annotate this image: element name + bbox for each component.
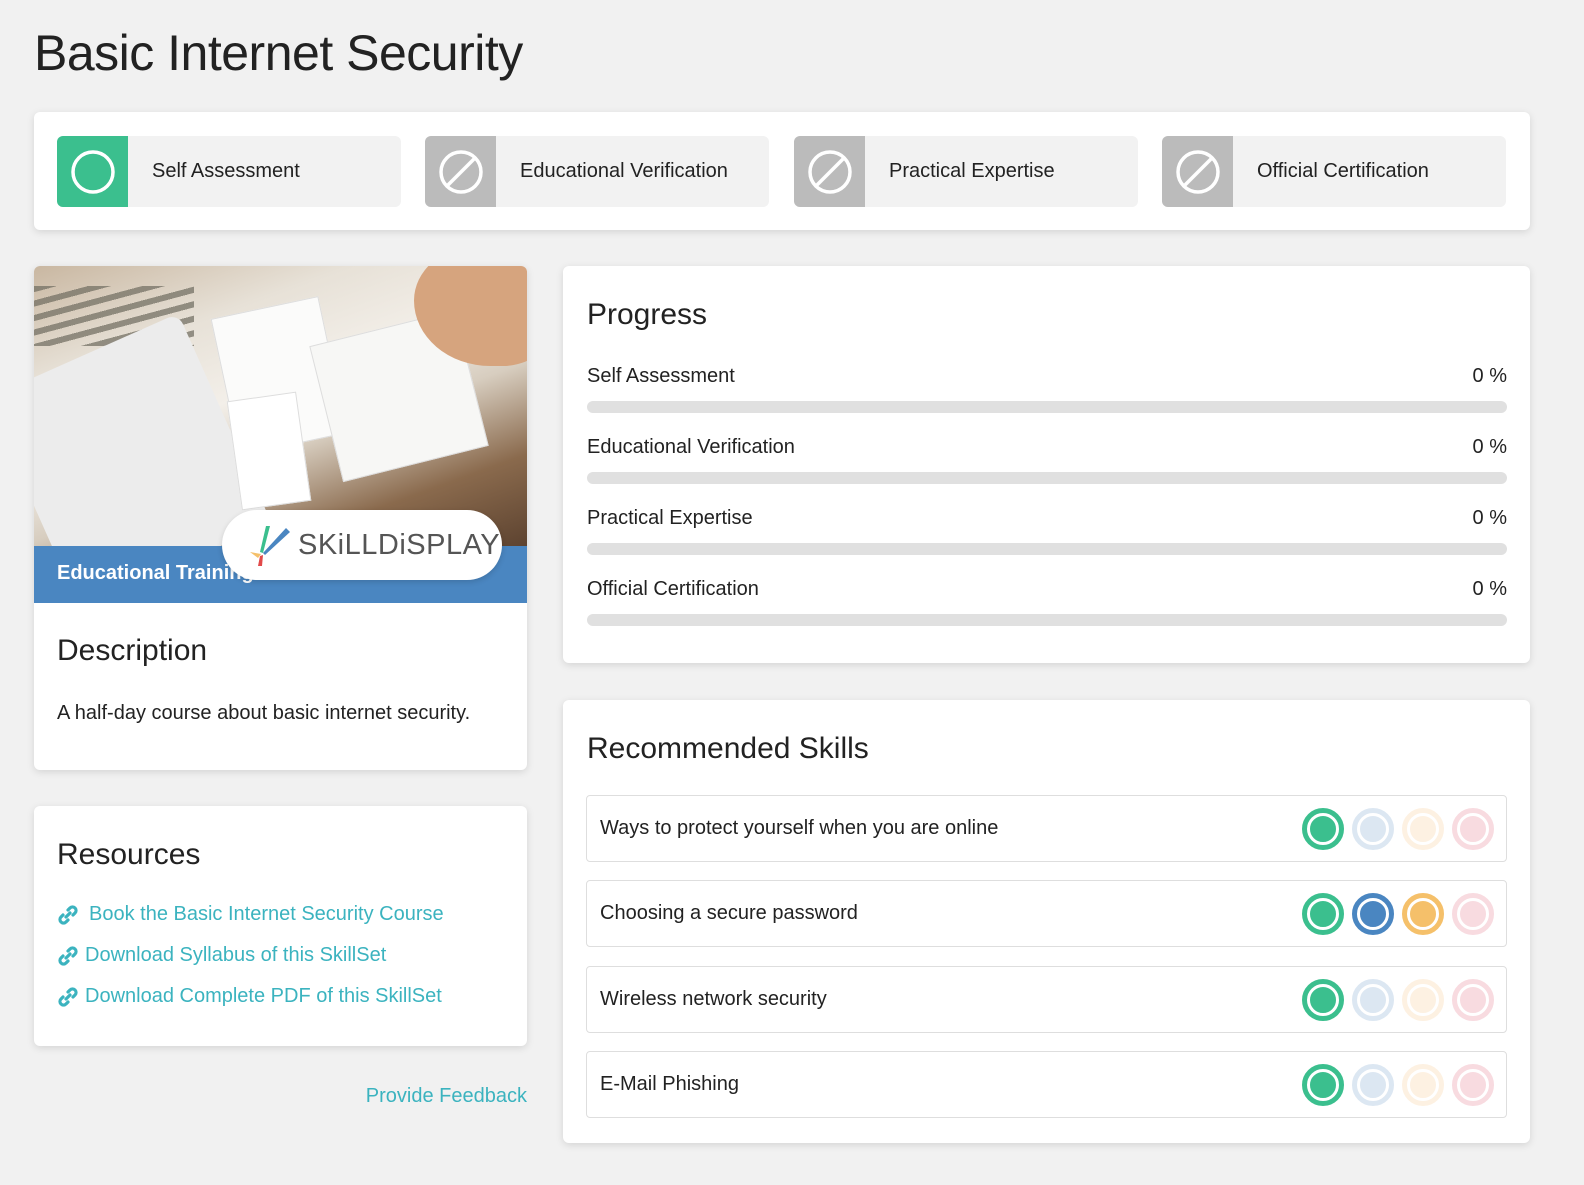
recommended-skills-card: Recommended Skills Ways to protect yours…: [563, 700, 1530, 1143]
progress-bar: [587, 543, 1507, 555]
level-dot-practical-expertise-achieved[interactable]: [1402, 892, 1444, 935]
provide-feedback-link[interactable]: Provide Feedback: [366, 1085, 527, 1108]
progress-bar: [587, 401, 1507, 413]
level-dot-educational-verification-achieved[interactable]: [1352, 892, 1394, 935]
book-course-link[interactable]: Book the Basic Internet Security Course: [57, 903, 444, 926]
progress-card: Progress Self Assessment 0 % Educational…: [563, 266, 1530, 663]
resources-heading: Resources: [57, 838, 201, 871]
level-official-certification[interactable]: Official Certification: [1162, 136, 1506, 207]
course-hero-image: [34, 266, 527, 546]
level-dot-official-certification-empty[interactable]: [1452, 1063, 1494, 1106]
skill-label: Wireless network security: [600, 988, 827, 1010]
skill-row[interactable]: E-Mail Phishing: [586, 1051, 1507, 1118]
verification-levels-bar: Self Assessment Educational Verification…: [34, 112, 1530, 230]
description-text: A half-day course about basic internet s…: [57, 702, 471, 724]
level-dot-self-assessment-achieved[interactable]: [1302, 978, 1344, 1021]
page-title: Basic Internet Security: [34, 25, 523, 81]
skill-label: E-Mail Phishing: [600, 1073, 739, 1095]
level-dot-educational-verification-empty[interactable]: [1352, 1063, 1394, 1106]
level-dot-self-assessment-achieved[interactable]: [1302, 807, 1344, 850]
link-icon: [57, 986, 79, 1008]
level-dot-self-assessment-achieved[interactable]: [1302, 892, 1344, 935]
download-syllabus-label: Download Syllabus of this SkillSet: [85, 944, 387, 966]
level-dot-self-assessment-achieved[interactable]: [1302, 1063, 1344, 1106]
level-dot-educational-verification-empty[interactable]: [1352, 807, 1394, 850]
progress-value: 0 %: [1472, 436, 1507, 458]
resources-card: Resources Book the Basic Internet Securi…: [34, 806, 527, 1046]
level-dot-official-certification-empty[interactable]: [1452, 892, 1494, 935]
level-practical-expertise[interactable]: Practical Expertise: [794, 136, 1138, 207]
progress-value: 0 %: [1472, 507, 1507, 529]
skilldisplay-logo: SKiLLDiSPLAY: [222, 510, 502, 580]
level-dot-practical-expertise-empty[interactable]: [1402, 978, 1444, 1021]
prohibited-icon: [1162, 136, 1233, 207]
prohibited-icon: [794, 136, 865, 207]
progress-row-practical-expertise: Practical Expertise 0 %: [587, 507, 1507, 567]
description-heading: Description: [57, 634, 208, 667]
progress-label: Official Certification: [587, 578, 759, 600]
progress-heading: Progress: [587, 298, 708, 331]
level-dot-practical-expertise-empty[interactable]: [1402, 1063, 1444, 1106]
skilldisplay-logo-text: SKiLLDiSPLAY: [298, 528, 501, 561]
link-icon: [57, 945, 79, 967]
skill-row[interactable]: Choosing a secure password: [586, 880, 1507, 947]
progress-row-official-certification: Official Certification 0 %: [587, 578, 1507, 638]
level-dot-practical-expertise-empty[interactable]: [1402, 807, 1444, 850]
link-icon: [57, 904, 79, 926]
skill-label: Ways to protect yourself when you are on…: [600, 817, 999, 839]
progress-row-self-assessment: Self Assessment 0 %: [587, 365, 1507, 425]
download-syllabus-link[interactable]: Download Syllabus of this SkillSet: [57, 944, 386, 967]
level-label: Practical Expertise: [889, 160, 1055, 182]
skill-level-indicators: [1294, 1063, 1494, 1106]
level-self-assessment[interactable]: Self Assessment: [57, 136, 401, 207]
progress-value: 0 %: [1472, 365, 1507, 387]
progress-label: Educational Verification: [587, 436, 795, 458]
skill-row[interactable]: Wireless network security: [586, 966, 1507, 1033]
skill-level-indicators: [1294, 807, 1494, 850]
level-label: Educational Verification: [520, 160, 728, 182]
course-type-label: Educational Training: [57, 562, 254, 584]
level-dot-educational-verification-empty[interactable]: [1352, 978, 1394, 1021]
download-pdf-label: Download Complete PDF of this SkillSet: [85, 985, 442, 1007]
skill-level-indicators: [1294, 978, 1494, 1021]
level-educational-verification[interactable]: Educational Verification: [425, 136, 769, 207]
level-label: Official Certification: [1257, 160, 1429, 182]
level-dot-official-certification-empty[interactable]: [1452, 978, 1494, 1021]
level-dot-official-certification-empty[interactable]: [1452, 807, 1494, 850]
skill-level-indicators: [1294, 892, 1494, 935]
progress-label: Practical Expertise: [587, 507, 753, 529]
progress-row-educational-verification: Educational Verification 0 %: [587, 436, 1507, 496]
circle-icon: [57, 136, 128, 207]
prohibited-icon: [425, 136, 496, 207]
download-pdf-link[interactable]: Download Complete PDF of this SkillSet: [57, 985, 442, 1008]
progress-bar: [587, 472, 1507, 484]
recommended-skills-heading: Recommended Skills: [587, 732, 869, 765]
course-card: Educational Training SKiLLDiSPLAY Descri…: [34, 266, 527, 770]
skilldisplay-logo-icon: [250, 526, 290, 566]
progress-bar: [587, 614, 1507, 626]
skill-row[interactable]: Ways to protect yourself when you are on…: [586, 795, 1507, 862]
progress-value: 0 %: [1472, 578, 1507, 600]
level-label: Self Assessment: [152, 160, 300, 182]
progress-label: Self Assessment: [587, 365, 735, 387]
skill-label: Choosing a secure password: [600, 902, 858, 924]
book-course-label: Book the Basic Internet Security Course: [89, 903, 444, 925]
